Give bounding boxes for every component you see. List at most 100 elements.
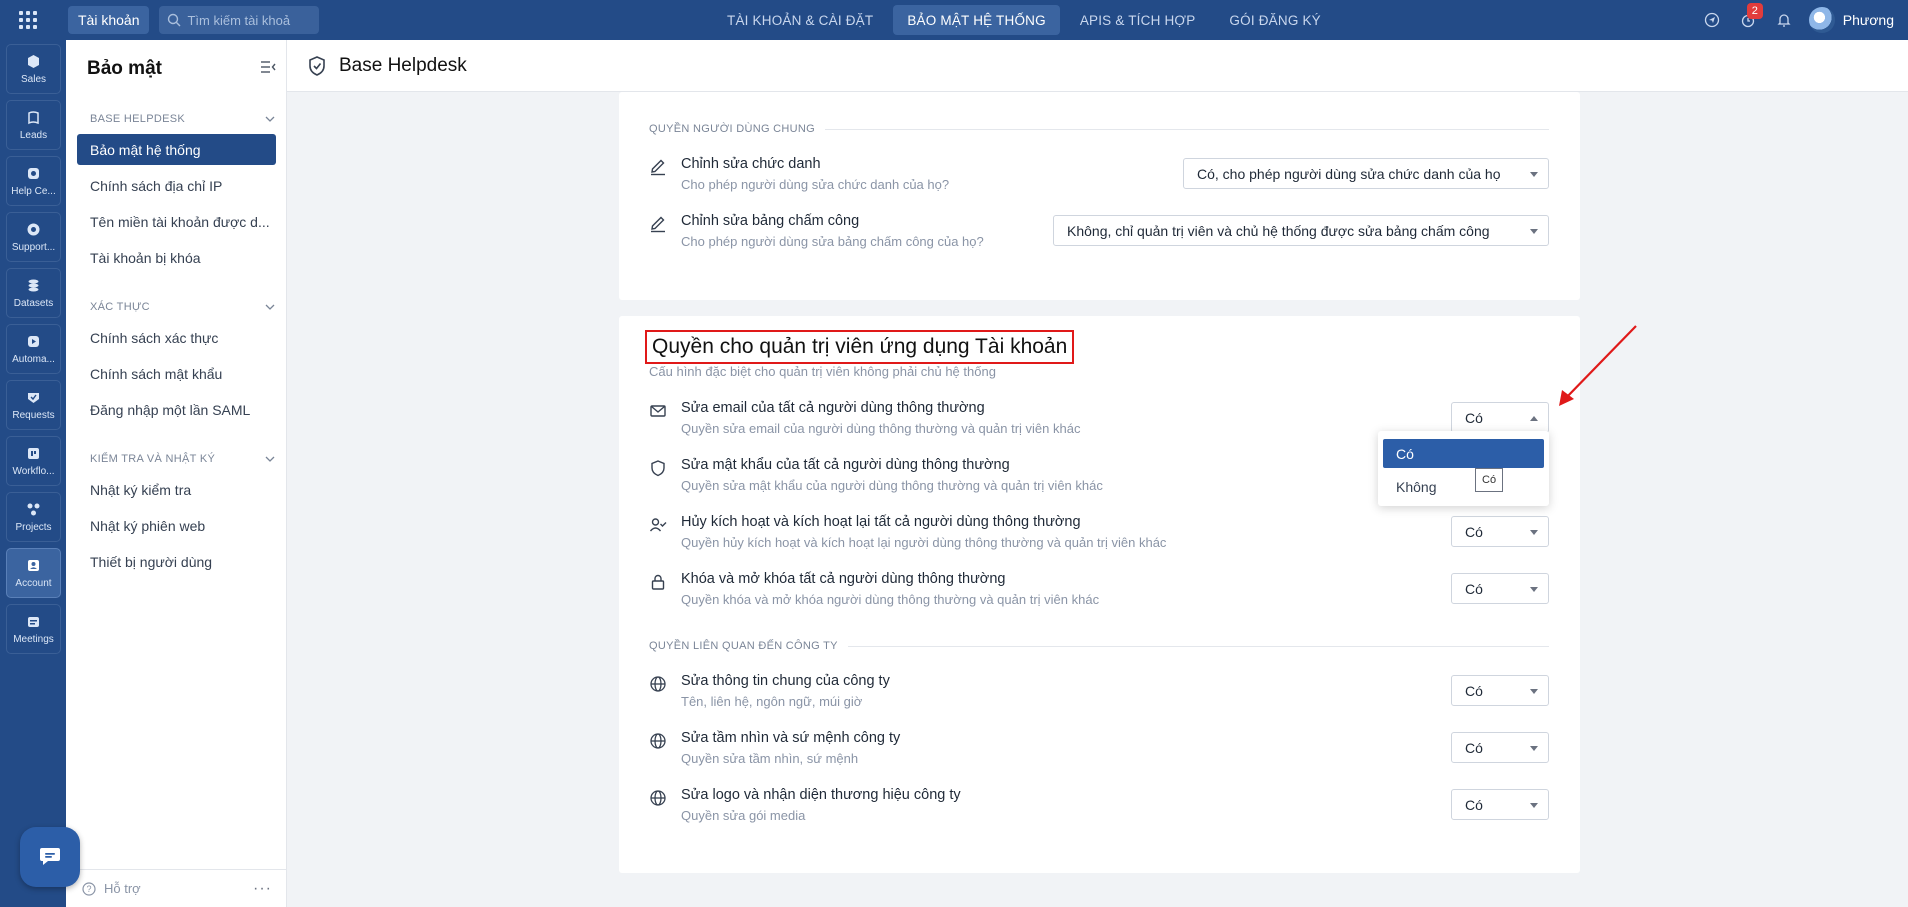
caret-down-icon: [1530, 746, 1538, 751]
company-vision-select[interactable]: Có: [1451, 732, 1549, 763]
sidebar-group-authentication[interactable]: XÁC THỰC: [90, 301, 275, 313]
rail-item-automation[interactable]: Automa...: [6, 324, 61, 374]
dropdown-option-yes[interactable]: Có: [1383, 439, 1544, 468]
company-logo-select[interactable]: Có: [1451, 789, 1549, 820]
topnav-subscription[interactable]: GÓI ĐĂNG KÝ: [1215, 5, 1334, 35]
sidebar-group-label: BASE HELPDESK: [90, 113, 185, 125]
rail-item-projects[interactable]: Projects: [6, 492, 61, 542]
rail-item-leads[interactable]: Leads: [6, 100, 61, 150]
shield-icon: [651, 460, 665, 477]
setting-description: Quyền sửa email của người dùng thông thư…: [681, 421, 1081, 436]
sidebar-item-locked-accounts[interactable]: Tài khoản bị khóa: [77, 242, 276, 273]
account-app-button[interactable]: Tài khoản: [68, 6, 150, 34]
topnav-apis-integrations[interactable]: APIS & TÍCH HỢP: [1066, 5, 1210, 35]
rail-item-requests[interactable]: Requests: [6, 380, 61, 430]
send-icon[interactable]: [1701, 9, 1723, 31]
more-options-icon[interactable]: ···: [253, 880, 272, 898]
alarm-clock-icon[interactable]: 2: [1737, 3, 1763, 31]
sidebar-item-ip-policy[interactable]: Chính sách địa chỉ IP: [77, 170, 276, 201]
deactivate-users-select[interactable]: Có: [1451, 516, 1549, 547]
account-icon: [26, 557, 42, 573]
edit-email-select[interactable]: Có: [1451, 402, 1549, 433]
rail-item-workflow[interactable]: Workflo...: [6, 436, 61, 486]
topnav-account-settings[interactable]: TÀI KHOẢN & CÀI ĐẶT: [713, 5, 887, 35]
apps-grid-icon[interactable]: [0, 0, 56, 40]
datasets-icon: [26, 277, 42, 293]
rail-label: Projects: [15, 522, 52, 533]
setting-description: Quyền sửa mật khẩu của người dùng thông …: [681, 478, 1103, 493]
select-value: Có: [1465, 580, 1483, 597]
setting-row-edit-title: Chỉnh sửa chức danh Cho phép người dùng …: [649, 156, 1549, 200]
rail-label: Meetings: [13, 634, 54, 645]
setting-title: Chỉnh sửa chức danh: [681, 156, 821, 172]
company-info-select[interactable]: Có: [1451, 675, 1549, 706]
top-nav: TÀI KHOẢN & CÀI ĐẶT BẢO MẬT HỆ THỐNG API…: [713, 5, 1335, 35]
collapse-sidebar-icon[interactable]: [260, 60, 276, 79]
sidebar-group-base-helpdesk[interactable]: BASE HELPDESK: [90, 113, 275, 125]
rail-item-helpcenter[interactable]: Help Ce...: [6, 156, 61, 206]
leads-icon: [26, 109, 42, 125]
select-value: Có: [1465, 682, 1483, 699]
setting-title: Sửa tầm nhìn và sứ mệnh công ty: [681, 730, 901, 746]
section-label: QUYỀN NGƯỜI DÙNG CHUNG: [649, 123, 815, 135]
support-link[interactable]: Hỗ trợ: [104, 881, 141, 896]
setting-description: Quyền khóa và mở khóa người dùng thông t…: [681, 592, 1100, 607]
setting-title: Hủy kích hoạt và kích hoạt lại tất cả ng…: [681, 514, 1081, 530]
page-title: Base Helpdesk: [339, 54, 467, 76]
chat-icon: [40, 848, 60, 865]
rail-label: Sales: [20, 74, 46, 85]
avatar[interactable]: [1808, 7, 1835, 33]
sidebar-item-auth-policy[interactable]: Chính sách xác thực: [77, 322, 276, 353]
edit-title-select[interactable]: Có, cho phép người dùng sửa chức danh củ…: [1183, 158, 1549, 189]
rail-item-support[interactable]: Support...: [6, 212, 61, 262]
rail-item-sales[interactable]: Sales: [6, 44, 61, 94]
option-tooltip: Có: [1475, 468, 1504, 492]
sidebar-item-domain[interactable]: Tên miền tài khoản được d...: [77, 206, 276, 237]
pencil-icon: [651, 216, 665, 233]
shield-check-icon: [309, 55, 325, 76]
rail-label: Support...: [11, 242, 56, 253]
sidebar-item-user-devices[interactable]: Thiết bị người dùng: [77, 546, 276, 577]
chevron-down-icon: [265, 116, 275, 122]
search-input[interactable]: Tìm kiếm tài khoả: [159, 6, 320, 34]
edit-email-dropdown-menu: Có Không: [1378, 431, 1549, 506]
dropdown-option-no[interactable]: Không: [1383, 472, 1544, 501]
help-circle-icon[interactable]: ?: [82, 881, 96, 896]
edit-timesheet-select[interactable]: Không, chỉ quản trị viên và chủ hệ thống…: [1053, 215, 1549, 246]
rail-item-account[interactable]: Account: [6, 548, 61, 598]
setting-row-edit-timesheet: Chỉnh sửa bảng chấm công Cho phép người …: [649, 213, 1549, 257]
section-general-user-permissions: QUYỀN NGƯỜI DÙNG CHUNG: [649, 123, 1549, 135]
sidebar-footer: ? Hỗ trợ ···: [66, 869, 286, 907]
rail-item-datasets[interactable]: Datasets: [6, 268, 61, 318]
sidebar-group-audit[interactable]: KIỂM TRA VÀ NHẬT KÝ: [90, 453, 275, 465]
select-value: Không, chỉ quản trị viên và chủ hệ thống…: [1067, 222, 1490, 239]
sidebar-item-system-security[interactable]: Bảo mật hệ thống: [77, 134, 276, 165]
workflow-icon: [26, 445, 42, 461]
caret-down-icon: [1530, 530, 1538, 535]
user-name[interactable]: Phương: [1843, 12, 1894, 28]
search-placeholder: Tìm kiếm tài khoả: [187, 12, 291, 28]
page-header: Base Helpdesk: [287, 40, 1908, 92]
caret-up-icon: [1530, 416, 1538, 421]
chat-support-button[interactable]: [20, 827, 80, 887]
rail-item-meetings[interactable]: Meetings: [6, 604, 61, 654]
app-rail: Sales Leads Help Ce... Support... Datase…: [0, 40, 66, 907]
topnav-system-security[interactable]: BẢO MẬT HỆ THỐNG: [893, 5, 1060, 35]
rail-label: Leads: [19, 130, 48, 141]
sidebar-item-audit-log[interactable]: Nhật ký kiểm tra: [77, 474, 276, 505]
bell-icon[interactable]: [1773, 9, 1795, 31]
rail-label: Automa...: [12, 354, 55, 365]
section-label: QUYỀN LIÊN QUAN ĐẾN CÔNG TY: [649, 640, 838, 652]
sidebar-item-web-session-log[interactable]: Nhật ký phiên web: [77, 510, 276, 541]
sidebar-item-saml[interactable]: Đăng nhập một lần SAML: [77, 394, 276, 425]
globe-icon: [650, 676, 666, 692]
setting-row-deactivate-users: Hủy kích hoạt và kích hoạt lại tất cả ng…: [649, 514, 1549, 558]
setting-description: Quyền sửa gói media: [681, 808, 806, 823]
sidebar-item-password-policy[interactable]: Chính sách mật khẩu: [77, 358, 276, 389]
helpcenter-icon: [26, 165, 42, 181]
caret-down-icon: [1530, 803, 1538, 808]
caret-down-icon: [1530, 587, 1538, 592]
lock-users-select[interactable]: Có: [1451, 573, 1549, 604]
account-admin-permissions-card: Quyền cho quản trị viên ứng dụng Tài kho…: [619, 316, 1580, 873]
card-title: Quyền cho quản trị viên ứng dụng Tài kho…: [645, 330, 1075, 364]
